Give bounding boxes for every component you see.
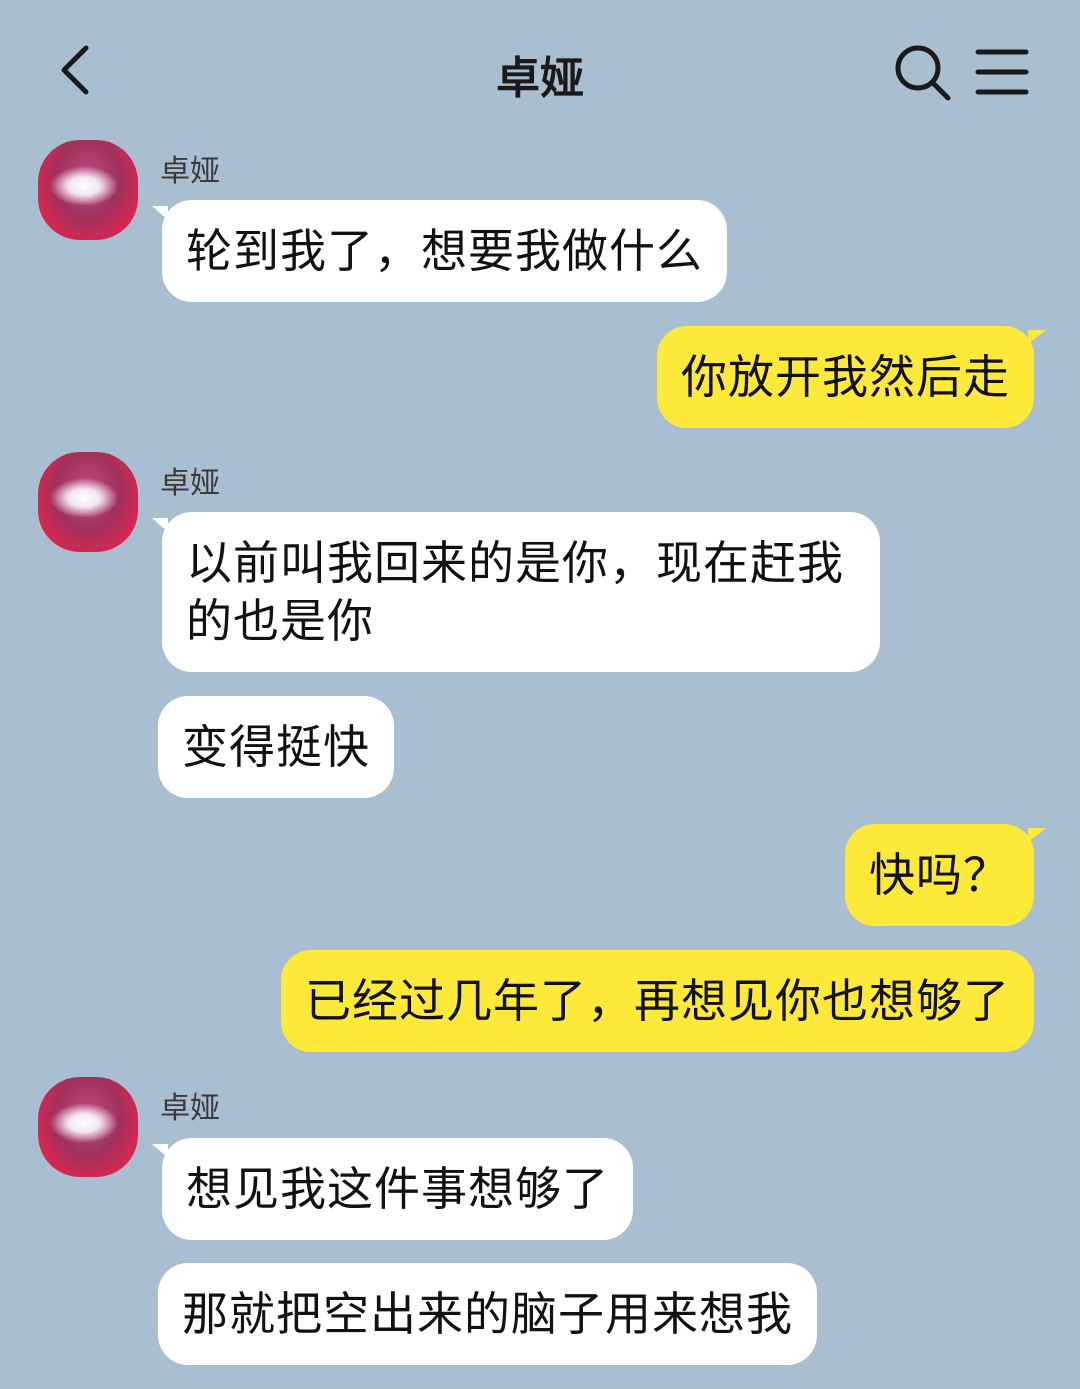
- avatar[interactable]: [38, 1077, 138, 1177]
- search-icon: [895, 45, 951, 101]
- message-bubble-incoming[interactable]: 变得挺快: [158, 696, 394, 798]
- sender-name: 卓娅: [160, 466, 220, 501]
- avatar[interactable]: [38, 452, 138, 552]
- avatar[interactable]: [38, 140, 138, 240]
- sender-name: 卓娅: [160, 1091, 220, 1126]
- hamburger-menu-icon: [975, 49, 1029, 95]
- message-bubble-outgoing[interactable]: 快吗？: [845, 824, 1046, 926]
- message-bubble-incoming[interactable]: 以前叫我回来的是你，现在赶我的也是你: [152, 512, 880, 672]
- message-bubble-outgoing[interactable]: 你放开我然后走: [657, 326, 1046, 428]
- sender-name: 卓娅: [160, 154, 220, 189]
- message-bubble-incoming[interactable]: 轮到我了，想要我做什么: [152, 200, 727, 302]
- search-button[interactable]: [890, 40, 954, 104]
- message-bubble-outgoing[interactable]: 已经过几年了，再想见你也想够了: [281, 950, 1034, 1052]
- chat-header: 卓娅: [0, 0, 1080, 140]
- message-bubble-incoming[interactable]: 想见我这件事想够了: [152, 1138, 633, 1240]
- menu-button[interactable]: [972, 44, 1032, 100]
- chat-screen: 卓娅 卓娅 轮到我了，想要我做什么 你放开我然后走 卓娅 以前叫我回来的是你，现…: [0, 0, 1080, 1389]
- message-bubble-incoming[interactable]: 那就把空出来的脑子用来想我: [158, 1263, 817, 1365]
